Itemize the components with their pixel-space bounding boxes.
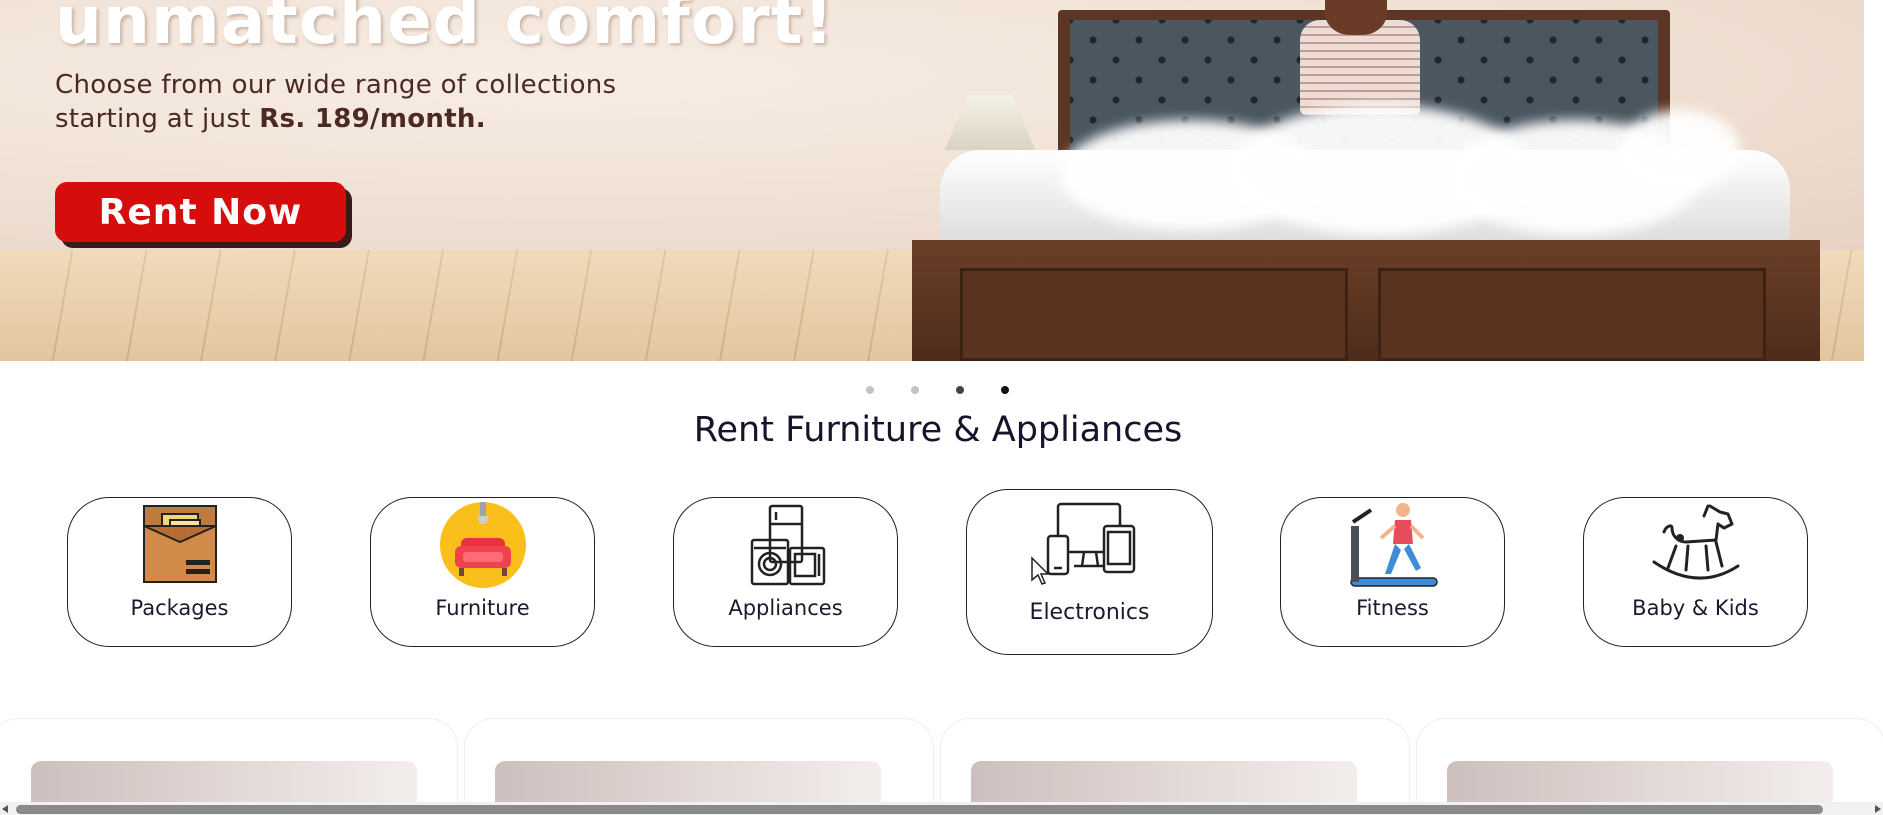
- category-label: Furniture: [435, 596, 530, 620]
- hero-price: Rs. 189/month.: [259, 104, 486, 134]
- product-card[interactable]: [1416, 718, 1883, 815]
- scrollbar-thumb[interactable]: [16, 805, 1823, 814]
- category-label: Electronics: [1029, 600, 1150, 625]
- hero-subtitle: Choose from our wide range of collection…: [55, 68, 616, 136]
- hero-subtitle-line1: Choose from our wide range of collection…: [55, 70, 617, 100]
- hero-subtitle-prefix: starting at just: [55, 104, 260, 134]
- treadmill-icon: [1349, 503, 1438, 587]
- carousel-dot-1[interactable]: [866, 386, 874, 394]
- scroll-left-icon[interactable]: [2, 805, 8, 813]
- category-label: Baby & Kids: [1632, 596, 1759, 620]
- product-card[interactable]: [940, 718, 1410, 815]
- devices-icon: [1046, 502, 1135, 576]
- category-label: Appliances: [728, 596, 843, 620]
- category-appliances[interactable]: Appliances: [673, 497, 898, 647]
- category-fitness[interactable]: Fitness: [1280, 497, 1505, 647]
- rocking-horse-icon: [1652, 504, 1739, 580]
- horizontal-scrollbar[interactable]: [0, 802, 1883, 815]
- product-card[interactable]: [0, 718, 458, 815]
- carousel-dot-2[interactable]: [911, 386, 919, 394]
- carousel-dot-4[interactable]: [1001, 386, 1009, 394]
- product-card[interactable]: [464, 718, 934, 815]
- category-electronics[interactable]: Electronics: [966, 489, 1213, 655]
- carousel-dot-3[interactable]: [956, 386, 964, 394]
- category-label: Packages: [130, 596, 229, 620]
- bed-drawer-right: [1378, 268, 1766, 361]
- bed-drawer-left: [960, 268, 1348, 361]
- hero-banner[interactable]: unmatched comfort! Choose from our wide …: [0, 0, 1864, 361]
- package-box-icon: [142, 505, 217, 583]
- mouse-cursor-icon: [1031, 556, 1050, 585]
- rent-now-button[interactable]: Rent Now: [55, 182, 346, 242]
- category-packages[interactable]: Packages: [67, 497, 292, 647]
- carousel-indicators: [866, 386, 1009, 394]
- sofa-icon: [439, 502, 526, 588]
- hero-title: unmatched comfort!: [55, 0, 835, 59]
- appliances-icon: [750, 504, 825, 586]
- category-label: Fitness: [1356, 596, 1429, 620]
- cloud-image: [1620, 110, 1740, 190]
- hero-subtitle-line2: starting at just Rs. 189/month.: [55, 102, 616, 136]
- scroll-right-icon[interactable]: [1875, 805, 1881, 813]
- section-title: Rent Furniture & Appliances: [693, 410, 1183, 450]
- category-baby-kids[interactable]: Baby & Kids: [1583, 497, 1808, 647]
- person-head-image: [1325, 0, 1387, 35]
- category-furniture[interactable]: Furniture: [370, 497, 595, 647]
